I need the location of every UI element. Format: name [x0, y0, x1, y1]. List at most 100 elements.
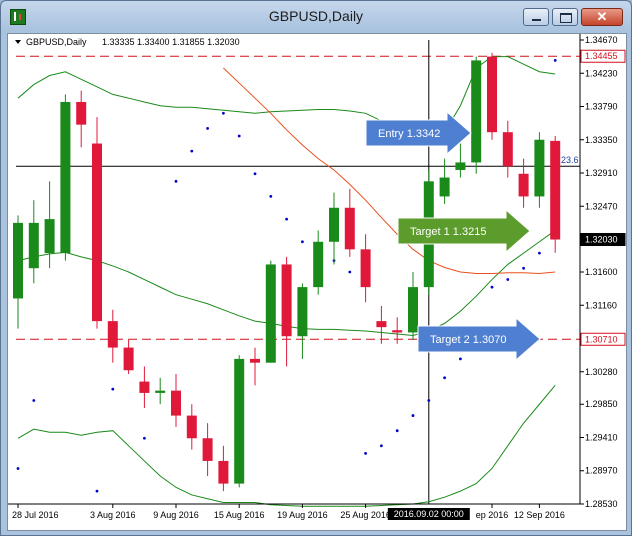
candle-bull[interactable] — [28, 222, 39, 269]
candle-bear[interactable] — [123, 347, 134, 371]
psar-dot — [190, 149, 194, 153]
price-tick-label: 1.32910 — [585, 168, 618, 178]
time-tick-label: 3 Aug 2016 — [90, 510, 136, 520]
time-tick-label: 9 Aug 2016 — [153, 510, 199, 520]
candle-bull[interactable] — [234, 358, 245, 484]
psar-dot — [553, 59, 557, 62]
candle-bull[interactable] — [534, 139, 545, 197]
psar-dot — [32, 399, 36, 402]
psar-dot — [206, 127, 210, 130]
psar-dot — [380, 444, 383, 448]
psar-dot — [411, 414, 415, 417]
candle-bear[interactable] — [281, 264, 292, 337]
psar-dot — [285, 217, 288, 221]
price-tick-label: 1.28970 — [585, 466, 618, 476]
candle-bear[interactable] — [171, 390, 181, 416]
crosshair-time-label: 2016.09.02 00:00 — [394, 509, 464, 519]
candle-bull[interactable] — [60, 101, 71, 254]
psar-dot — [506, 278, 510, 281]
time-tick-label: 15 Aug 2016 — [214, 510, 265, 520]
candle-bear[interactable] — [76, 101, 87, 125]
psar-dot — [522, 266, 525, 270]
candle-bear[interactable] — [92, 143, 102, 322]
target1-callout-label: Target 1 1.3215 — [410, 226, 486, 238]
target2-callout-label: Target 2 1.3070 — [430, 334, 506, 346]
psar-dot — [174, 179, 178, 183]
candlestick-chart[interactable]: 23.6 Entry 1.3342 Target 1 1.3215 Target 2… — [8, 34, 626, 530]
candle-bear[interactable] — [186, 415, 197, 439]
psar-dot — [348, 270, 352, 274]
psar-dot — [16, 467, 20, 470]
psar-dot — [95, 489, 99, 493]
candle-bull[interactable] — [297, 287, 308, 337]
psar-dot — [253, 172, 257, 176]
candle-bear[interactable] — [518, 173, 529, 197]
minimize-button[interactable] — [523, 8, 549, 26]
price-tick-label: 1.29850 — [585, 399, 618, 409]
chart-window: GBPUSD,Daily ✕ 23.6 Entry 1.3342 Target 1… — [0, 0, 632, 536]
candle-bear[interactable] — [487, 56, 497, 133]
psar-dot — [364, 451, 367, 455]
price-tick-label: 1.34670 — [585, 35, 618, 45]
candle-bull[interactable] — [408, 287, 418, 333]
candle-bear[interactable] — [550, 140, 561, 240]
psar-dot — [395, 429, 399, 433]
candle-bull[interactable] — [44, 219, 55, 254]
psar-dot — [143, 436, 146, 440]
time-tick-label: 25 Aug 2016 — [340, 510, 391, 520]
price-tick-label: 1.30280 — [585, 367, 618, 377]
entry-callout-label: Entry 1.3342 — [378, 128, 440, 140]
price-tick-label: 1.28530 — [585, 499, 618, 509]
symbol-label: GBPUSD,Daily — [26, 37, 87, 47]
psar-dot — [490, 285, 494, 289]
candle-bear[interactable] — [360, 249, 371, 288]
price-tick-label: 1.29410 — [585, 432, 618, 442]
maximize-button[interactable] — [552, 8, 578, 26]
price-tick-label: 1.31160 — [585, 300, 617, 310]
candle-bull[interactable] — [471, 60, 482, 163]
psar-dot — [269, 195, 273, 198]
chart-area[interactable]: 23.6 Entry 1.3342 Target 1 1.3215 Target 2… — [7, 33, 627, 531]
close-icon: ✕ — [596, 9, 608, 24]
psar-dot — [301, 240, 304, 244]
candle-bear[interactable] — [139, 381, 150, 393]
price-tick-label: 1.32470 — [585, 201, 618, 211]
ohlc-values: 1.33335 1.33400 1.31855 1.32030 — [102, 37, 240, 47]
maximize-icon — [560, 13, 572, 23]
close-button[interactable]: ✕ — [581, 8, 623, 26]
candle-bear[interactable] — [202, 438, 213, 461]
price-marker-label: 1.30710 — [585, 334, 618, 344]
candle-bear[interactable] — [376, 321, 387, 328]
minimize-icon — [532, 19, 541, 21]
time-tick-label: 12 Sep 2016 — [514, 510, 565, 520]
time-tick-label: 28 Jul 2016 — [12, 510, 59, 520]
price-tick-label: 1.34230 — [585, 68, 618, 78]
psar-dot — [427, 399, 431, 402]
psar-dot — [222, 111, 225, 115]
title-bar[interactable]: GBPUSD,Daily ✕ — [1, 1, 631, 33]
candle-bull[interactable] — [455, 162, 466, 170]
candle-bull[interactable] — [313, 241, 324, 288]
price-tick-label: 1.33790 — [585, 102, 618, 112]
candle-bull[interactable] — [439, 177, 450, 197]
candle-bear[interactable] — [502, 132, 513, 167]
candle-bear[interactable] — [250, 358, 260, 363]
price-tick-label: 1.31600 — [585, 267, 618, 277]
candle-bull[interactable] — [13, 222, 23, 299]
candle-bear[interactable] — [218, 460, 229, 484]
time-tick-label: 19 Aug 2016 — [277, 510, 328, 520]
psar-dot — [538, 251, 541, 255]
price-marker-label: 1.34455 — [585, 51, 618, 61]
candle-bear[interactable] — [107, 321, 118, 348]
candle-bear[interactable] — [344, 207, 355, 250]
candle-bull[interactable] — [329, 207, 339, 242]
candle-bull[interactable] — [155, 390, 166, 393]
psar-dot — [443, 376, 446, 380]
fibonacci-level-label: 23.6 — [561, 155, 579, 165]
candle-bear[interactable] — [392, 330, 403, 333]
psar-dot — [237, 134, 241, 138]
psar-dot — [111, 387, 115, 391]
candle-bull[interactable] — [265, 264, 276, 363]
time-tick-label: ep 2016 — [476, 510, 509, 520]
price-marker-label: 1.32030 — [585, 235, 618, 245]
